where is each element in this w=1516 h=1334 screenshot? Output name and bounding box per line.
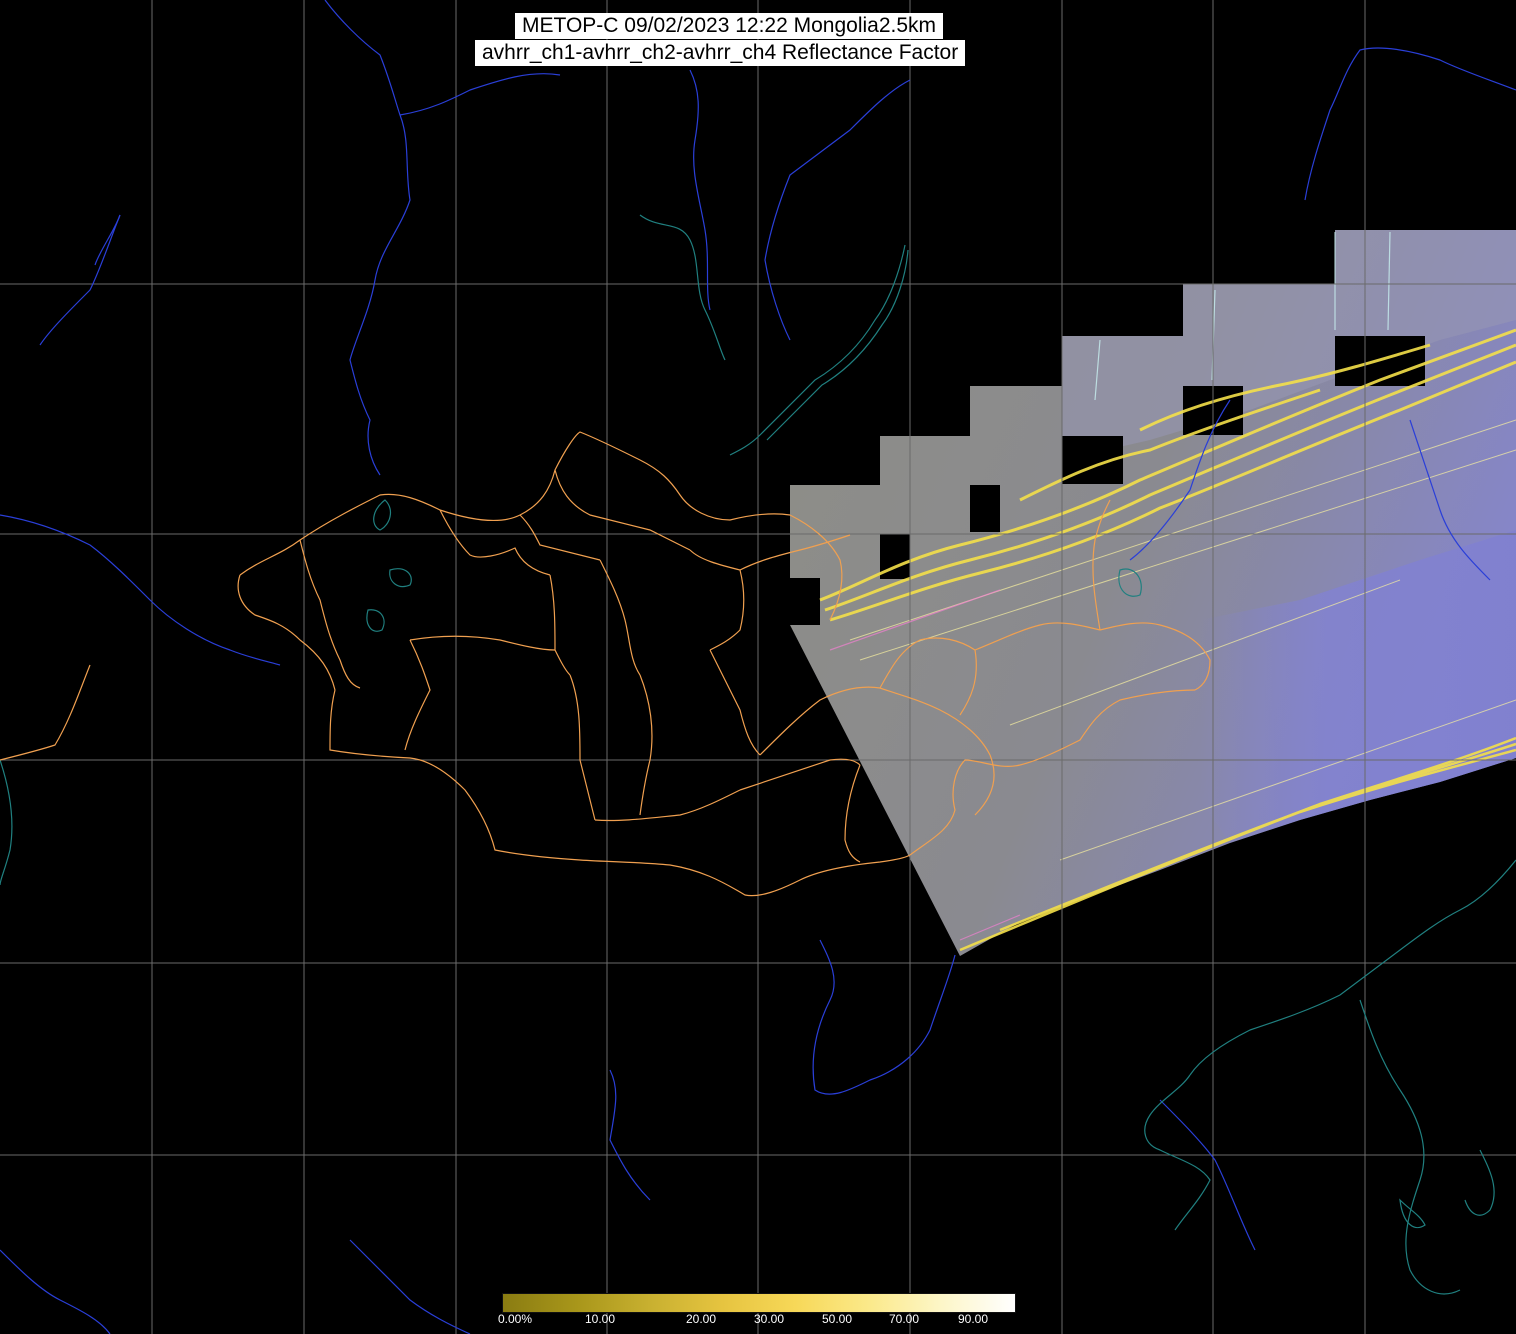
map-title-line-1: METOP-C 09/02/2023 12:22 Mongolia2.5km	[515, 13, 944, 39]
swath-gap	[790, 578, 820, 625]
colorbar-label-50: 50.00	[822, 1312, 853, 1326]
colorbar-legend	[502, 1293, 1016, 1313]
colorbar-label-30: 30.00	[754, 1312, 785, 1326]
colorbar-label-90: 90.00	[958, 1312, 989, 1326]
colorbar-label-70: 70.00	[889, 1312, 920, 1326]
map-title-line-2: avhrr_ch1-avhrr_ch2-avhrr_ch4 Reflectanc…	[475, 40, 966, 66]
colorbar-label-10: 10.00	[585, 1312, 616, 1326]
colorbar-label-0: 0.00%	[498, 1312, 533, 1326]
colorbar-label-20: 20.00	[686, 1312, 717, 1326]
satellite-map	[0, 0, 1516, 1334]
swath-gap	[970, 485, 1000, 532]
